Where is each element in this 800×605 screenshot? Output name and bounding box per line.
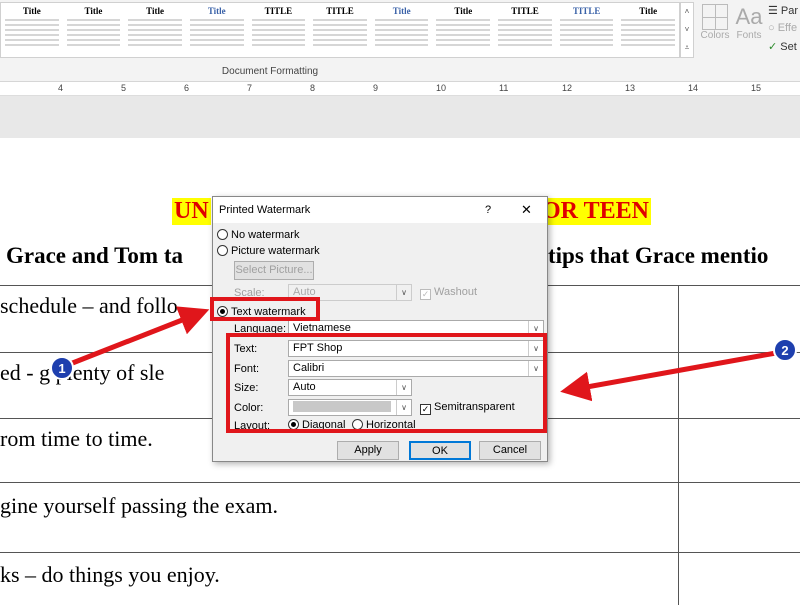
arrow-1 xyxy=(69,306,210,367)
marker-1-label: 1 xyxy=(58,361,65,376)
annotation-overlay: 1 2 xyxy=(50,306,797,402)
marker-2-label: 2 xyxy=(781,343,788,358)
arrow-2 xyxy=(560,350,777,402)
